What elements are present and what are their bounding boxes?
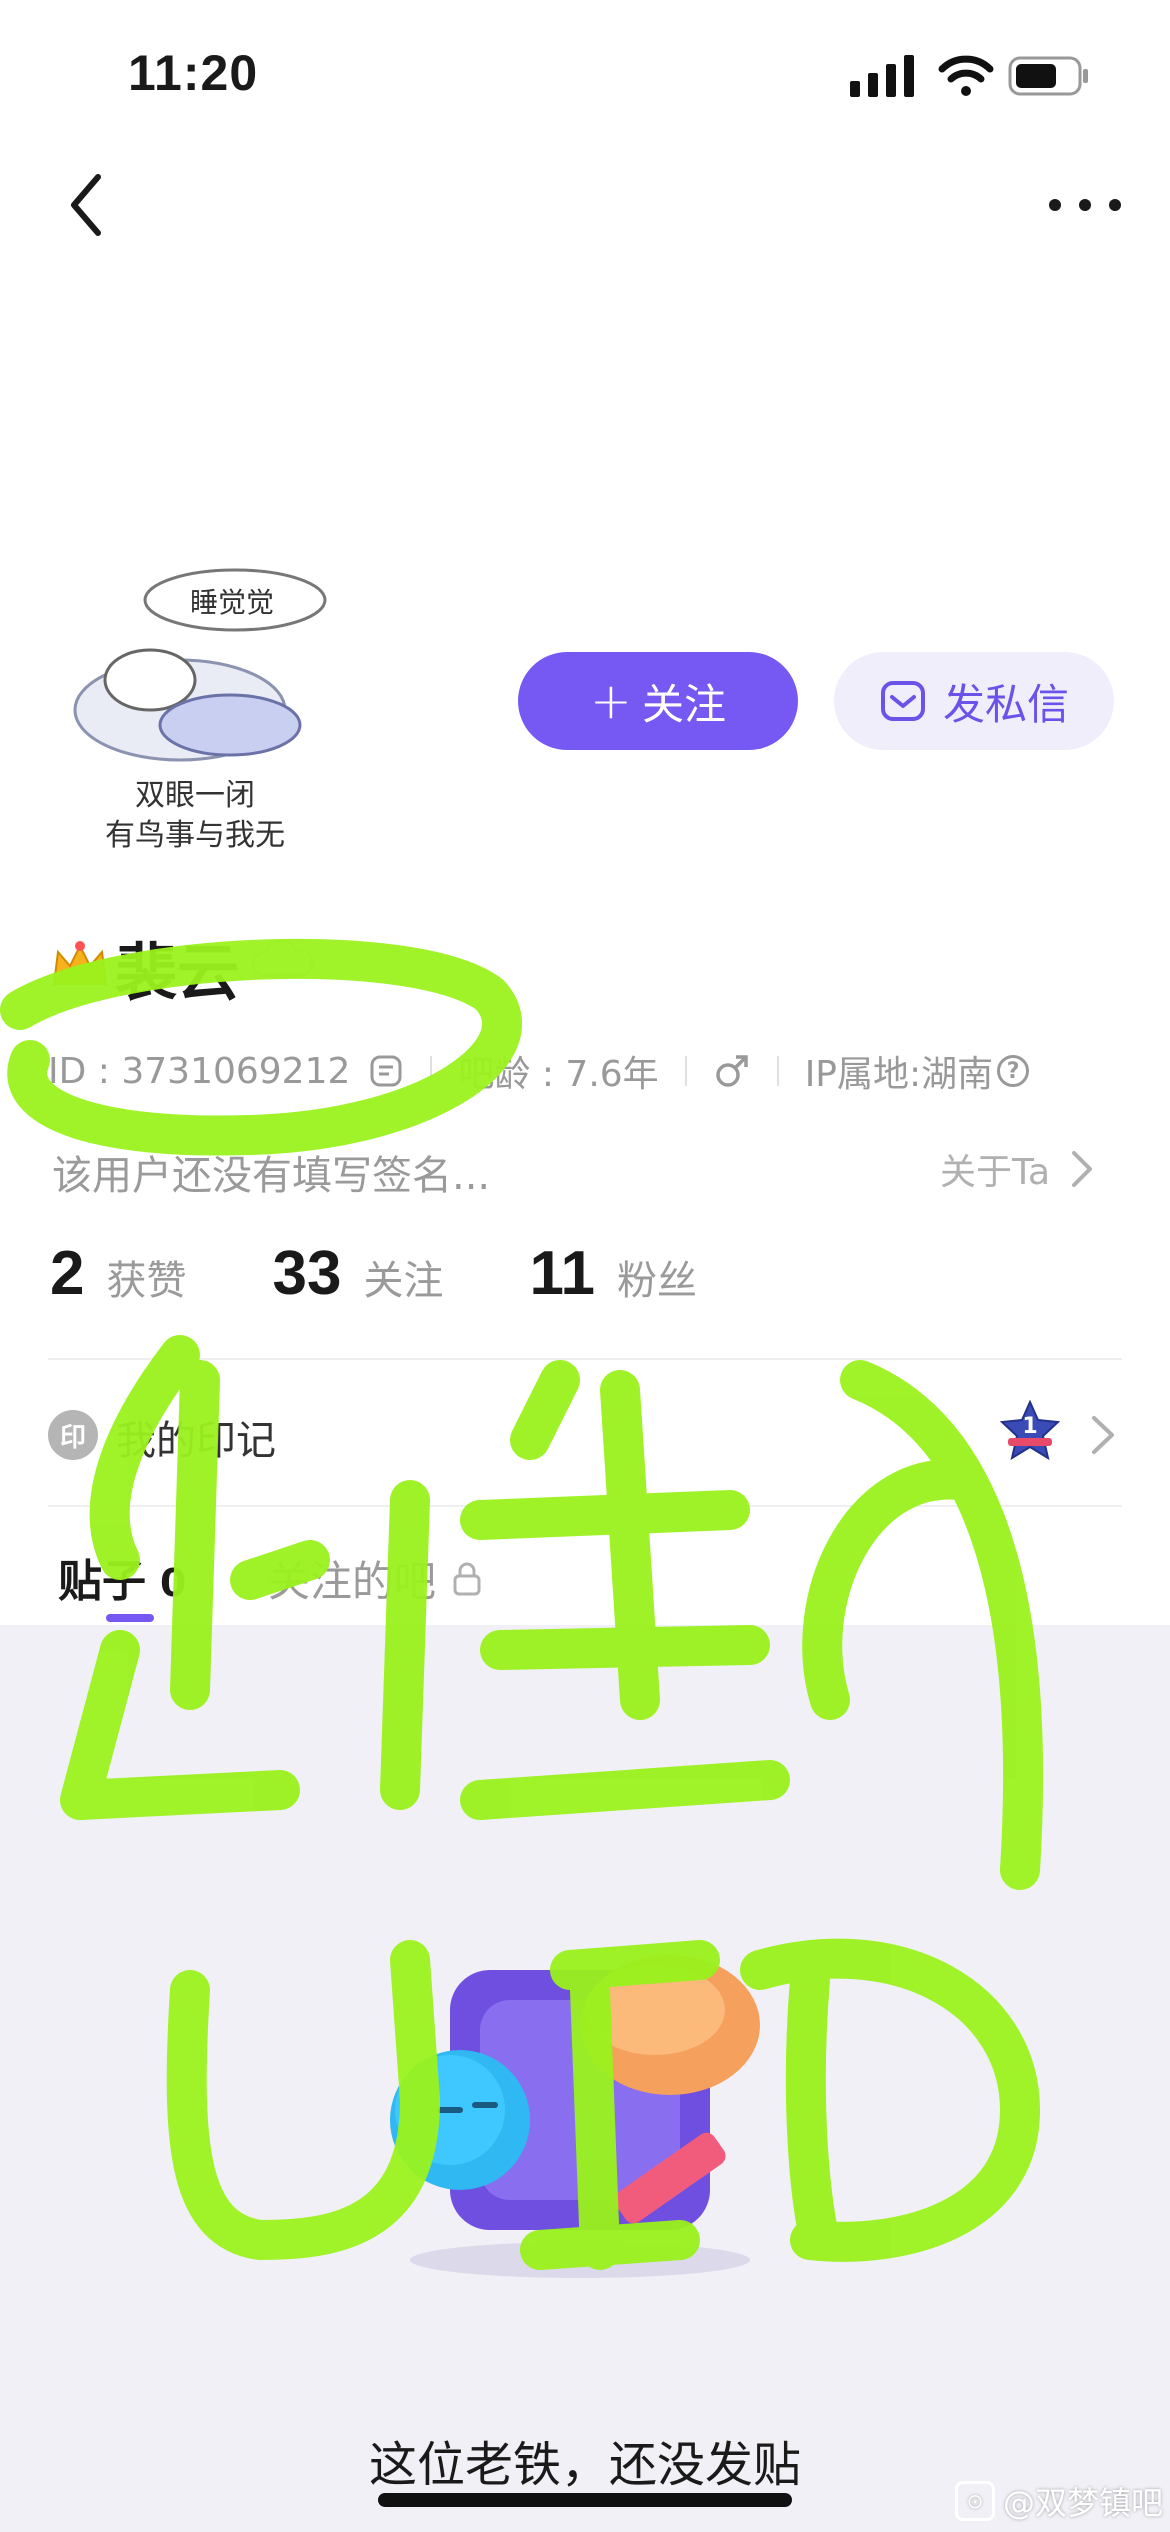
meta-separator [776, 1056, 779, 1086]
help-icon[interactable]: ? [997, 1055, 1030, 1087]
status-time: 11:20 [128, 45, 259, 101]
lock-icon [453, 1562, 481, 1595]
direct-message-label: 发私信 [942, 679, 1069, 729]
signal-icon [850, 55, 914, 97]
follow-button[interactable]: + 关注 [518, 652, 798, 750]
medal-icon: 1 [1000, 1400, 1060, 1461]
signature: 该用户还没有填写签名... [52, 1153, 491, 1199]
username: 裴云 [115, 936, 240, 1009]
stat-label: 关注 [363, 1258, 444, 1304]
medal-number: 1 [1022, 1414, 1037, 1439]
stat-value: 2 [50, 1239, 85, 1308]
tab-posts-label: 贴子 [58, 1556, 146, 1607]
user-id: ID : 3731069212 [48, 1050, 351, 1092]
crown-icon [52, 941, 108, 985]
stat-following[interactable]: 33 关注 [272, 1238, 443, 1309]
watermark: ⊙ @双梦镇吧 [955, 2478, 1163, 2524]
stat-fans[interactable]: 11 粉丝 [529, 1238, 697, 1309]
battery-icon [1008, 56, 1088, 96]
meta-separator [684, 1056, 687, 1086]
avatar-caption-line1: 双眼一闭 [135, 778, 255, 813]
stat-value: 33 [272, 1239, 342, 1308]
stats-row: 2 获赞 33 关注 11 粉丝 [50, 1238, 783, 1309]
direct-message-button[interactable]: 发私信 [834, 652, 1114, 750]
wifi-icon [938, 55, 994, 96]
avatar-caption-line2: 有鸟事与我无 [105, 818, 285, 853]
divider [48, 1505, 1122, 1507]
tab-posts[interactable]: 贴子 0 [58, 1545, 186, 1609]
stat-value: 11 [529, 1239, 595, 1308]
empty-state-illustration [390, 1955, 760, 2278]
avatar[interactable]: 睡觉觉 双眼一闭 有鸟事与我无 [60, 560, 330, 860]
plus-icon: + [590, 672, 632, 730]
back-button[interactable] [60, 165, 120, 245]
watermark-text: @双梦镇吧 [1003, 2484, 1164, 2522]
meta-separator [430, 1056, 433, 1086]
profile-meta-row: ID : 3731069212 吧龄 : 7.6年 IP属地:湖南 ? [48, 1045, 1030, 1097]
stat-likes[interactable]: 2 获赞 [50, 1238, 186, 1309]
stat-label: 获赞 [106, 1258, 187, 1304]
tab-followed-label: 关注的吧 [268, 1557, 437, 1606]
male-icon [715, 1055, 748, 1087]
tab-followed-bars[interactable]: 关注的吧 [268, 1548, 482, 1609]
about-label: 关于Ta [940, 1152, 1051, 1193]
chevron-right-icon[interactable] [1082, 1410, 1122, 1460]
bar-age: 吧龄 : 7.6年 [458, 1054, 659, 1095]
cloud-badge-icon [251, 939, 314, 978]
imprint-label[interactable]: 我的印记 [116, 1408, 276, 1466]
watermark-logo-icon: ⊙ [955, 2481, 995, 2521]
tab-active-indicator [106, 1614, 154, 1622]
avatar-caption-top: 睡觉觉 [190, 586, 274, 619]
imprint-icon: 印 [48, 1410, 98, 1460]
about-link[interactable]: 关于Ta [940, 1143, 1094, 1195]
home-indicator[interactable] [378, 2493, 792, 2507]
stat-label: 粉丝 [617, 1258, 697, 1304]
tab-posts-count: 0 [160, 1561, 187, 1605]
ip-location: IP属地:湖南 [804, 1054, 994, 1095]
copy-icon[interactable] [368, 1053, 404, 1089]
follow-button-label: 关注 [641, 679, 726, 729]
chevron-right-icon [1072, 1151, 1093, 1187]
mail-icon [880, 681, 925, 721]
more-options-button[interactable] [1040, 180, 1130, 230]
divider [48, 1358, 1122, 1360]
